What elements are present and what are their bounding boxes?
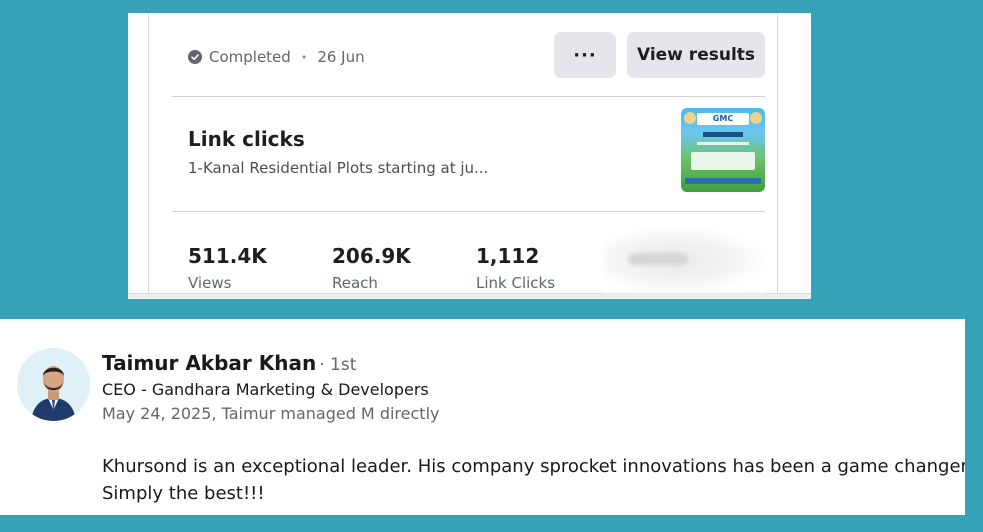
recommendation-text: Khursond is an exceptional leader. His c… xyxy=(102,453,965,507)
thumbnail-info-panel xyxy=(691,152,755,170)
thumbnail-seal-right xyxy=(750,112,762,124)
status-date: 26 Jun xyxy=(317,48,365,66)
metric-reach: 206.9K Reach xyxy=(332,244,411,292)
metric-label: Reach xyxy=(332,274,378,292)
divider xyxy=(172,96,765,97)
more-options-button[interactable]: ··· xyxy=(554,32,616,78)
view-results-button[interactable]: View results xyxy=(627,32,765,78)
ad-objective-title: Link clicks xyxy=(188,127,305,151)
blurred-metric-area xyxy=(604,227,764,293)
recommendation-text-line: Khursond is an exceptional leader. His c… xyxy=(102,456,965,477)
metric-value: 1,112 xyxy=(476,244,540,268)
divider xyxy=(172,211,765,212)
connection-degree: · 1st xyxy=(319,355,357,375)
recommender-name-line: Taimur Akbar Khan · 1st xyxy=(102,351,356,375)
metric-value: 206.9K xyxy=(332,244,411,268)
panel-border-bottom xyxy=(128,293,811,299)
separator-dot: • xyxy=(300,50,308,64)
status-row: Completed • 26 Jun xyxy=(188,45,365,69)
blurred-text xyxy=(628,253,688,265)
thumbnail-subheading-bar xyxy=(697,142,749,145)
status-text: Completed xyxy=(209,48,291,66)
recommendation-meta: May 24, 2025, Taimur managed M directly xyxy=(102,404,440,423)
metric-value: 511.4K xyxy=(188,244,267,268)
panel-border-left xyxy=(148,13,149,293)
check-circle-icon xyxy=(188,50,202,64)
recommendation-text-line: Simply the best!!! xyxy=(102,483,265,504)
recommender-name[interactable]: Taimur Akbar Khan xyxy=(102,351,316,375)
recommendation-card: Taimur Akbar Khan · 1st CEO - Gandhara M… xyxy=(0,319,965,515)
panel-border-right xyxy=(777,13,778,293)
recommender-headline: CEO - Gandhara Marketing & Developers xyxy=(102,380,429,399)
ad-result-card: Completed • 26 Jun ··· View results Link… xyxy=(128,13,811,299)
thumbnail-heading-bar xyxy=(703,132,743,137)
thumbnail-seal-left xyxy=(684,112,696,124)
metric-label: Link Clicks xyxy=(476,274,556,292)
thumbnail-footer-strip xyxy=(685,178,761,184)
avatar[interactable] xyxy=(17,348,90,421)
metric-views: 511.4K Views xyxy=(188,244,267,292)
metric-link-clicks: 1,112 Link Clicks xyxy=(476,244,555,292)
ad-description: 1-Kanal Residential Plots starting at ju… xyxy=(188,159,489,177)
ad-thumbnail[interactable]: GMC xyxy=(681,108,765,192)
thumbnail-logo: GMC xyxy=(697,113,749,125)
metric-label: Views xyxy=(188,274,232,292)
